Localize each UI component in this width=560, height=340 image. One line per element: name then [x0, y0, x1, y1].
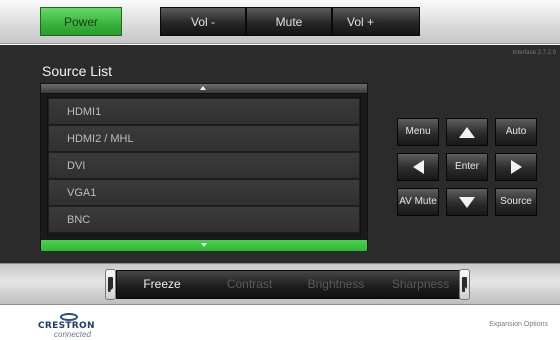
tabs-scroll-right-button[interactable] — [459, 269, 470, 300]
logo-subtext: connected — [54, 330, 91, 339]
menu-label: Menu — [405, 126, 431, 137]
arrow-down-icon — [459, 197, 475, 208]
chevron-left-icon — [110, 287, 114, 295]
source-list-items: HDMI1 HDMI2 / MHL DVI VGA1 BNC — [47, 97, 361, 235]
scroll-left-track — [108, 277, 114, 295]
source-button[interactable]: Source — [495, 188, 537, 216]
crestron-logo: CRESTRON connected — [38, 313, 108, 339]
enter-label: Enter — [455, 161, 479, 172]
top-bar: Power Vol - Mute Vol + — [0, 0, 560, 44]
right-button[interactable] — [495, 153, 537, 181]
scroll-down-button[interactable] — [41, 240, 367, 251]
scroll-right-track — [462, 277, 469, 295]
source-item-label: HDMI2 / MHL — [67, 133, 134, 145]
auto-label: Auto — [505, 126, 527, 137]
tab-brightness-label: Brightness — [307, 277, 365, 291]
arrow-right-icon — [510, 160, 522, 174]
volume-up-button[interactable]: Vol + — [332, 7, 420, 36]
main-panel: Interface 2.7.2.9 Source List HDMI1 HDMI… — [0, 45, 560, 263]
tab-sharpness-label: Sharpness — [391, 277, 450, 291]
volume-down-label: Vol - — [190, 15, 215, 29]
source-item-vga1[interactable]: VGA1 — [49, 180, 359, 206]
tab-contrast-label: Contrast — [226, 277, 273, 291]
source-item-label: VGA1 — [67, 187, 97, 199]
source-list-title: Source List — [42, 63, 113, 79]
tab-freeze-label: Freeze — [143, 277, 181, 291]
tab-freeze[interactable]: Freeze — [117, 271, 207, 298]
arrow-up-icon — [459, 127, 475, 138]
up-button[interactable] — [446, 118, 488, 146]
footer: CRESTRON connected Expansion Options — [0, 305, 560, 340]
crestron-swirl-icon — [60, 313, 78, 321]
enter-button[interactable]: Enter — [446, 153, 488, 181]
source-label: Source — [500, 196, 532, 207]
mute-label: Mute — [275, 15, 303, 29]
auto-button[interactable]: Auto — [495, 118, 537, 146]
source-item-bnc[interactable]: BNC — [49, 207, 359, 233]
down-button[interactable] — [446, 188, 488, 216]
bottom-bar: Freeze Contrast Brightness Sharpness — [0, 263, 560, 305]
source-item-dvi[interactable]: DVI — [49, 153, 359, 179]
chevron-right-icon — [465, 287, 469, 295]
av-mute-button[interactable]: AV Mute — [397, 188, 439, 216]
source-item-hdmi1[interactable]: HDMI1 — [49, 99, 359, 125]
left-button[interactable] — [397, 153, 439, 181]
mute-button[interactable]: Mute — [246, 7, 332, 36]
scroll-up-button[interactable] — [41, 84, 367, 94]
tab-sharpness[interactable]: Sharpness — [380, 271, 461, 298]
power-button-label: Power — [63, 15, 98, 29]
source-item-hdmi2-mhl[interactable]: HDMI2 / MHL — [49, 126, 359, 152]
chevron-down-icon — [201, 243, 207, 247]
expansion-options-link[interactable]: Expansion Options — [489, 321, 548, 328]
adjustment-tabs: Freeze Contrast Brightness Sharpness — [116, 270, 462, 299]
source-list: HDMI1 HDMI2 / MHL DVI VGA1 BNC — [40, 83, 368, 251]
volume-down-button[interactable]: Vol - — [160, 7, 246, 36]
tab-brightness[interactable]: Brightness — [292, 271, 380, 298]
source-item-label: BNC — [67, 214, 91, 226]
arrow-left-icon — [412, 160, 424, 174]
chevron-up-icon — [200, 86, 206, 90]
power-button[interactable]: Power — [40, 7, 122, 36]
source-item-label: HDMI1 — [67, 106, 102, 118]
volume-up-label: Vol + — [347, 15, 375, 29]
source-item-label: DVI — [67, 160, 86, 172]
tab-contrast[interactable]: Contrast — [207, 271, 292, 298]
interface-version: Interface 2.7.2.9 — [512, 50, 556, 56]
menu-button[interactable]: Menu — [397, 118, 439, 146]
av-mute-label: AV Mute — [399, 196, 437, 207]
tabs-scroll-left-button[interactable] — [105, 269, 116, 300]
